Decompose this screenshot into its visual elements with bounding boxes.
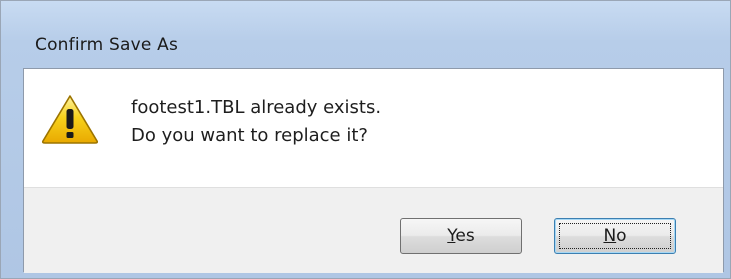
warning-icon [40, 93, 100, 145]
confirm-save-as-dialog: Confirm Save As footest1.TBL already exi… [0, 0, 731, 279]
message-area: footest1.TBL already exists. Do you want… [24, 69, 723, 187]
no-button[interactable]: No [554, 218, 676, 254]
dialog-body: footest1.TBL already exists. Do you want… [23, 68, 724, 273]
title-bar[interactable]: Confirm Save As [1, 1, 730, 67]
no-accelerator: N [603, 226, 617, 246]
yes-label-rest: es [455, 226, 475, 246]
message-line-1: footest1.TBL already exists. [131, 97, 382, 118]
button-bar: Yes No [24, 187, 723, 273]
message-line-2: Do you want to replace it? [131, 125, 368, 146]
yes-button-label: Yes [447, 226, 474, 246]
no-button-label: No [603, 226, 626, 246]
yes-button[interactable]: Yes [400, 218, 522, 254]
no-label-rest: o [616, 226, 627, 246]
dialog-title: Confirm Save As [35, 35, 179, 55]
